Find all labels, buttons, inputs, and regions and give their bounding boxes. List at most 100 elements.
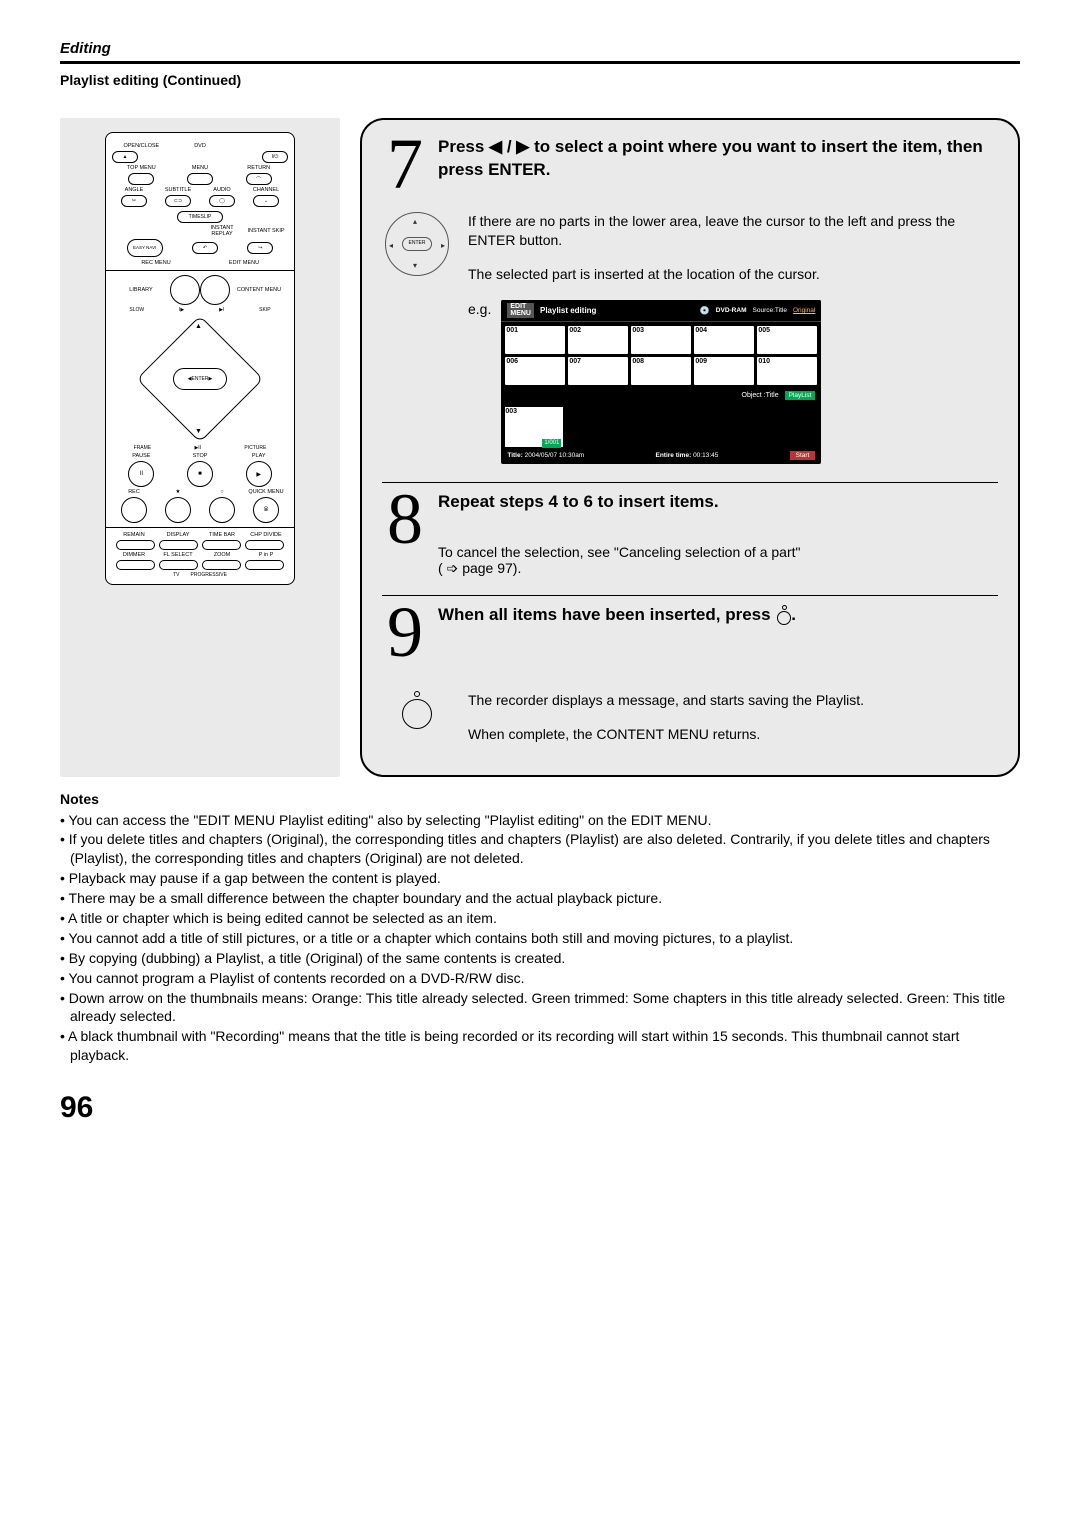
remote-label: OPEN/CLOSE	[112, 143, 171, 149]
header-section: Editing	[60, 40, 1020, 57]
osd-disc: DVD-RAM	[716, 306, 747, 315]
dpad-enter: ENTER	[402, 237, 432, 251]
circle-button	[209, 497, 235, 523]
remote-label: PLAY	[229, 453, 288, 459]
osd-original: Original	[793, 306, 815, 315]
page-number: 96	[60, 1091, 1020, 1125]
remote-label: FL SELECT	[156, 552, 200, 558]
osd-thumb: 010	[757, 357, 817, 385]
remote-label: DVD	[171, 143, 230, 149]
step-separator	[382, 482, 998, 483]
osd-source-label: Source:Title	[753, 306, 787, 315]
step-7: 7 Press / to select a point where you wa…	[382, 136, 998, 194]
osd-title-value: 2004/05/07 10:30am	[525, 452, 585, 459]
osd-title-label: Title:	[507, 452, 522, 459]
remote-label: INSTANT SKIP	[244, 228, 288, 234]
circle-key-large-icon	[397, 691, 437, 729]
remote-control: OPEN/CLOSE DVD ▲ I/⏻ TOP MENU MENU RETUR…	[105, 132, 295, 585]
dpad-illustration: ENTER ▴ ▾ ◂ ▸	[385, 212, 449, 276]
remote-enter-button: ◀ ENTER ▶	[173, 368, 227, 390]
note-item: You can access the "EDIT MENU Playlist e…	[60, 811, 1020, 830]
note-item: Down arrow on the thumbnails means: Oran…	[60, 989, 1020, 1027]
osd-thumb: 008	[631, 357, 691, 385]
subtitle-button: ⊂⊃	[165, 195, 191, 207]
remote-label: REC	[112, 489, 156, 495]
note-item: Playback may pause if a gap between the …	[60, 869, 1020, 888]
osd-screenshot: EDIT MENU Playlist editing 💿 DVD-RAM Sou…	[501, 300, 821, 463]
step-separator	[382, 595, 998, 596]
step-number: 7	[382, 136, 428, 194]
osd-entire-value: 00:13:45	[693, 452, 718, 459]
stop-button: ■	[187, 461, 213, 487]
osd-object-label: Object :Title	[742, 391, 779, 401]
osd-thumb: 004	[694, 326, 754, 354]
header-rule	[60, 61, 1020, 64]
remote-panel: OPEN/CLOSE DVD ▲ I/⏻ TOP MENU MENU RETUR…	[60, 118, 340, 777]
remote-label: FRAME	[134, 445, 152, 451]
audio-button: ◯	[209, 195, 235, 207]
zoom-button	[202, 560, 241, 570]
step-text: To cancel the selection, see "Canceling …	[438, 544, 800, 560]
topmenu-button	[128, 173, 154, 185]
remote-label: PAUSE	[112, 453, 171, 459]
osd-thumb: 002	[568, 326, 628, 354]
remote-label: SLOW	[129, 307, 144, 313]
notes-heading: Notes	[60, 791, 1020, 807]
timebar-button	[202, 540, 241, 550]
osd-editmenu-badge: EDIT MENU	[507, 303, 534, 318]
step-title: Repeat steps 4 to 6 to insert items.	[438, 491, 998, 514]
remote-label: ○	[200, 489, 244, 495]
remote-label: P in P	[244, 552, 288, 558]
star-button	[165, 497, 191, 523]
step-number: 8	[382, 491, 428, 577]
page-ref-icon	[447, 560, 463, 576]
osd-entire-label: Entire time:	[655, 452, 691, 459]
step-text: page 97).	[462, 560, 521, 576]
display-button	[159, 540, 198, 550]
remote-label: AUDIO	[200, 187, 244, 193]
remote-label: ANGLE	[112, 187, 156, 193]
step-text: The selected part is inserted at the loc…	[468, 265, 998, 285]
remote-label: SKIP	[259, 307, 270, 313]
remote-label: ZOOM	[200, 552, 244, 558]
remote-dpad: ◀ ENTER ▶ ▲ ▼	[130, 319, 270, 439]
menu-button	[187, 173, 213, 185]
remote-label: MENU	[171, 165, 230, 171]
pause-button: II	[128, 461, 154, 487]
step-8: 8 Repeat steps 4 to 6 to insert items. T…	[382, 491, 998, 577]
note-item: A black thumbnail with "Recording" means…	[60, 1027, 1020, 1065]
remote-label: CHANNEL	[244, 187, 288, 193]
remote-label: PICTURE	[244, 445, 266, 451]
circle-key-icon	[777, 605, 791, 625]
note-item: You cannot add a title of still pictures…	[60, 929, 1020, 948]
step-text: When complete, the CONTENT MENU returns.	[468, 725, 864, 745]
step-number: 9	[382, 604, 428, 662]
eg-label: e.g.	[468, 300, 491, 320]
pinp-button	[245, 560, 284, 570]
remote-label: ★	[156, 489, 200, 495]
osd-thumb: 003	[631, 326, 691, 354]
remote-label: TOP MENU	[112, 165, 171, 171]
note-item: If you delete titles and chapters (Origi…	[60, 830, 1020, 868]
remote-label: DIMMER	[112, 552, 156, 558]
note-item: A title or chapter which is being edited…	[60, 909, 1020, 928]
remote-label: SUBTITLE	[156, 187, 200, 193]
remote-label: CHP DIVIDE	[244, 532, 288, 538]
rec-button	[121, 497, 147, 523]
play-button: ▶	[246, 461, 272, 487]
note-item: There may be a small difference between …	[60, 889, 1020, 908]
step-9: 9 When all items have been inserted, pre…	[382, 604, 998, 662]
instant-skip-button: ↪	[247, 242, 273, 254]
steps-panel: 7 Press / to select a point where you wa…	[360, 118, 1020, 777]
note-item: You cannot program a Playlist of content…	[60, 969, 1020, 988]
dimmer-button	[116, 560, 155, 570]
timeslip-button: TIMESLIP	[177, 211, 223, 223]
note-item: By copying (dubbing) a Playlist, a title…	[60, 949, 1020, 968]
remote-label: CONTENT MENU	[230, 287, 288, 293]
remote-label: RETURN	[229, 165, 288, 171]
remote-label: LIBRARY	[112, 287, 170, 293]
osd-thumb: 005	[757, 326, 817, 354]
easynavi-button: EASY NAVI	[127, 239, 163, 257]
power-button: I/⏻	[262, 151, 288, 163]
step-text: The recorder displays a message, and sta…	[468, 691, 864, 711]
